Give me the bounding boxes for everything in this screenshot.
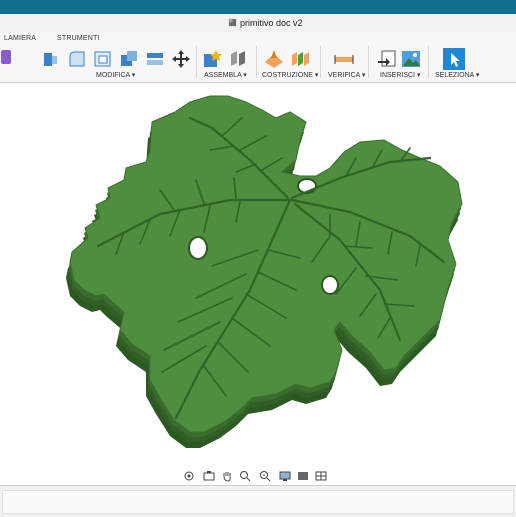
shell-icon[interactable]: [92, 48, 114, 70]
toolbar-ribbon: LAMIERA STRUMENTI MODIFICA ▾ ASSEMBLA ▾ …: [0, 32, 516, 83]
pan-icon[interactable]: [218, 469, 236, 483]
plane-icon[interactable]: [263, 48, 285, 70]
document-title-bar: primitivo doc v2: [0, 14, 516, 33]
viewport-navigation-bar: [180, 469, 330, 483]
window-top-strip: [0, 0, 516, 14]
zoom-window-icon[interactable]: [256, 469, 274, 483]
document-title: primitivo doc v2: [240, 18, 303, 28]
select-icon[interactable]: [443, 48, 465, 70]
fillet-icon[interactable]: [66, 48, 88, 70]
display-settings-icon[interactable]: [276, 469, 294, 483]
divider: [368, 46, 369, 78]
divider: [196, 46, 197, 78]
midplane-icon[interactable]: [289, 48, 311, 70]
group-costruzione[interactable]: COSTRUZIONE ▾: [262, 71, 318, 79]
grid-settings-icon[interactable]: [294, 469, 312, 483]
group-assembla[interactable]: ASSEMBLA ▾: [204, 71, 247, 79]
new-component-icon[interactable]: [201, 48, 223, 70]
document-icon: [228, 18, 237, 27]
timeline-area[interactable]: [2, 490, 514, 514]
divider: [320, 46, 321, 78]
joint-icon[interactable]: [227, 48, 249, 70]
group-inserisci[interactable]: INSERISCI ▾: [380, 71, 420, 79]
group-modifica[interactable]: MODIFICA ▾: [96, 71, 135, 79]
tab-strumenti[interactable]: STRUMENTI: [57, 35, 100, 42]
press-pull-icon[interactable]: [40, 48, 62, 70]
insert-derive-icon[interactable]: [376, 48, 398, 70]
divider: [428, 46, 429, 78]
look-at-icon[interactable]: [200, 469, 218, 483]
measure-icon[interactable]: [333, 48, 355, 70]
grape-leaf-model[interactable]: [0, 83, 516, 485]
group-verifica[interactable]: VERIFICA ▾: [328, 71, 365, 79]
insert-image-icon[interactable]: [400, 48, 422, 70]
orbit-icon[interactable]: [180, 469, 198, 483]
divider: [256, 46, 257, 78]
zoom-icon[interactable]: [236, 469, 254, 483]
group-seleziona[interactable]: SELEZIONA ▾: [435, 71, 479, 79]
workspace-fragment-icon[interactable]: [1, 50, 11, 64]
move-icon[interactable]: [170, 48, 192, 70]
viewports-icon[interactable]: [312, 469, 330, 483]
timeline-bar: [0, 485, 516, 517]
shell-layers-icon[interactable]: [144, 48, 166, 70]
model-viewport[interactable]: [0, 83, 516, 485]
combine-icon[interactable]: [118, 48, 140, 70]
tab-lamiera[interactable]: LAMIERA: [4, 35, 36, 42]
